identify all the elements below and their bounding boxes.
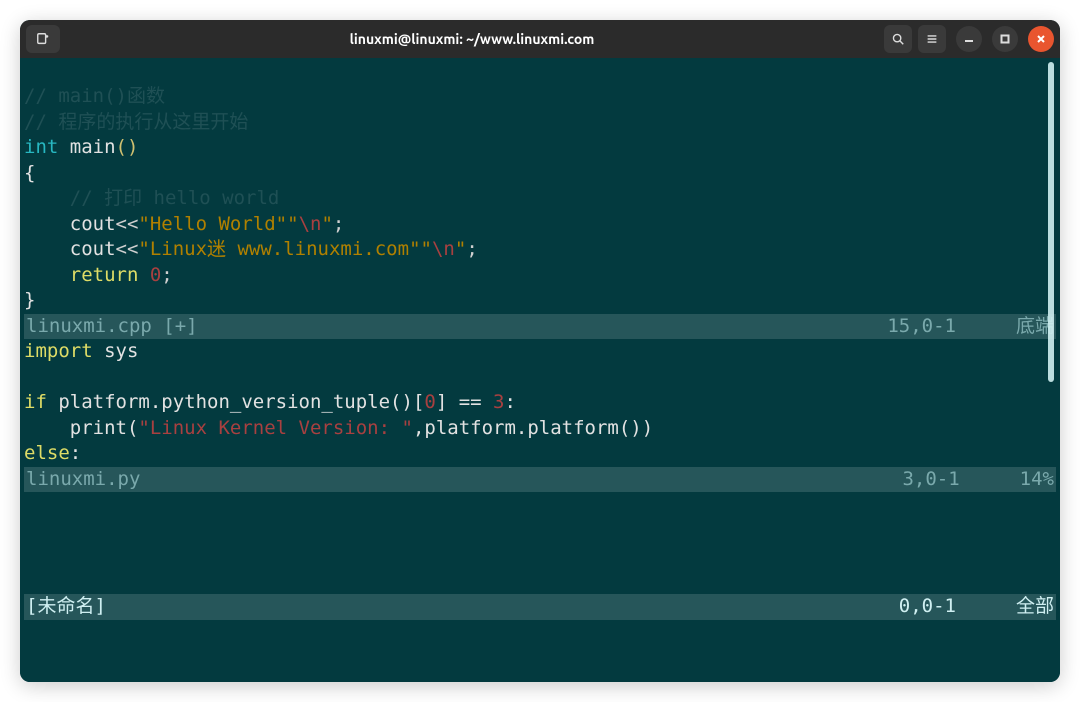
minimize-button[interactable] xyxy=(956,26,982,52)
number: 3 xyxy=(493,391,504,413)
search-button[interactable] xyxy=(884,25,912,53)
cpp-pane: // main()函数 // 程序的执行从这里开始 int main() { /… xyxy=(24,84,1056,314)
cpp-ident: main xyxy=(58,136,115,158)
escape: \n xyxy=(299,213,322,235)
semicolon: ; xyxy=(333,213,344,235)
close-button[interactable] xyxy=(1028,26,1054,52)
terminal-window: linuxmi@linuxmi: ~/www.linuxmi.com // ma… xyxy=(20,20,1060,682)
brace: } xyxy=(24,289,35,311)
semicolon: ; xyxy=(161,264,172,286)
status-modified: [+] xyxy=(163,315,197,337)
new-tab-icon xyxy=(36,32,50,46)
scrollbar-thumb[interactable] xyxy=(1048,62,1054,382)
unnamed-pane xyxy=(24,492,1056,594)
cpp-status-bar: linuxmi.cpp [+] 15,0-1 底端 xyxy=(24,314,1056,340)
operator: << xyxy=(116,213,139,235)
py-ident: sys xyxy=(93,340,139,362)
paren: ) xyxy=(127,136,138,158)
string: "Linux迷 www.linuxmi.com" xyxy=(138,238,420,260)
cpp-ident: cout xyxy=(24,213,116,235)
string: " xyxy=(287,213,298,235)
comment-line: // 打印 hello world xyxy=(24,187,279,209)
status-position: 3,0-1 xyxy=(902,467,1019,493)
status-position: 15,0-1 xyxy=(887,314,1016,340)
paren: ( xyxy=(116,136,127,158)
string: " xyxy=(455,238,466,260)
comment-line: // 程序的执行从这里开始 xyxy=(24,111,248,133)
escape: \n xyxy=(432,238,455,260)
semicolon: ; xyxy=(466,238,477,260)
new-tab-button[interactable] xyxy=(26,25,60,53)
python-pane: import sys if platform.python_version_tu… xyxy=(24,339,1056,467)
minimize-icon xyxy=(964,34,974,44)
maximize-button[interactable] xyxy=(992,26,1018,52)
titlebar: linuxmi@linuxmi: ~/www.linuxmi.com xyxy=(20,20,1060,58)
string: "Linux Kernel Version: " xyxy=(138,417,413,439)
terminal-content[interactable]: // main()函数 // 程序的执行从这里开始 int main() { /… xyxy=(20,58,1060,682)
brace: { xyxy=(24,162,35,184)
py-status-bar: linuxmi.py 3,0-1 14% xyxy=(24,467,1056,493)
colon: : xyxy=(505,391,516,413)
status-position: 0,0-1 xyxy=(899,594,1016,620)
cpp-keyword: int xyxy=(24,136,58,158)
status-percent: 全部 xyxy=(1016,594,1054,620)
window-title: linuxmi@linuxmi: ~/www.linuxmi.com xyxy=(66,31,878,47)
unnamed-status-bar: [未命名] 0,0-1 全部 xyxy=(24,594,1056,620)
number: 0 xyxy=(138,264,161,286)
py-expr: platform.python_version_tuple()[ xyxy=(47,391,425,413)
string: " xyxy=(321,213,332,235)
search-icon xyxy=(891,32,905,46)
py-expr: ] == xyxy=(436,391,493,413)
colon: : xyxy=(70,442,81,464)
status-filename: linuxmi.py xyxy=(26,467,140,493)
py-ident: print xyxy=(24,417,127,439)
py-keyword: import xyxy=(24,340,93,362)
status-filename: linuxmi.cpp xyxy=(26,315,152,337)
close-icon xyxy=(1036,34,1046,44)
cpp-ident: cout xyxy=(24,238,116,260)
py-keyword: if xyxy=(24,391,47,413)
py-keyword: else xyxy=(24,442,70,464)
number: 0 xyxy=(424,391,435,413)
maximize-icon xyxy=(1000,34,1010,44)
string: " xyxy=(421,238,432,260)
cpp-return: return xyxy=(24,264,138,286)
paren: ( xyxy=(127,417,138,439)
status-filename: [未命名] xyxy=(26,594,106,620)
operator: << xyxy=(116,238,139,260)
hamburger-icon xyxy=(925,32,939,46)
menu-button[interactable] xyxy=(918,25,946,53)
comment-line: // main()函数 xyxy=(24,85,165,107)
py-expr: ,platform.platform()) xyxy=(413,417,653,439)
string: "Hello World" xyxy=(138,213,287,235)
status-percent: 14% xyxy=(1020,467,1054,493)
